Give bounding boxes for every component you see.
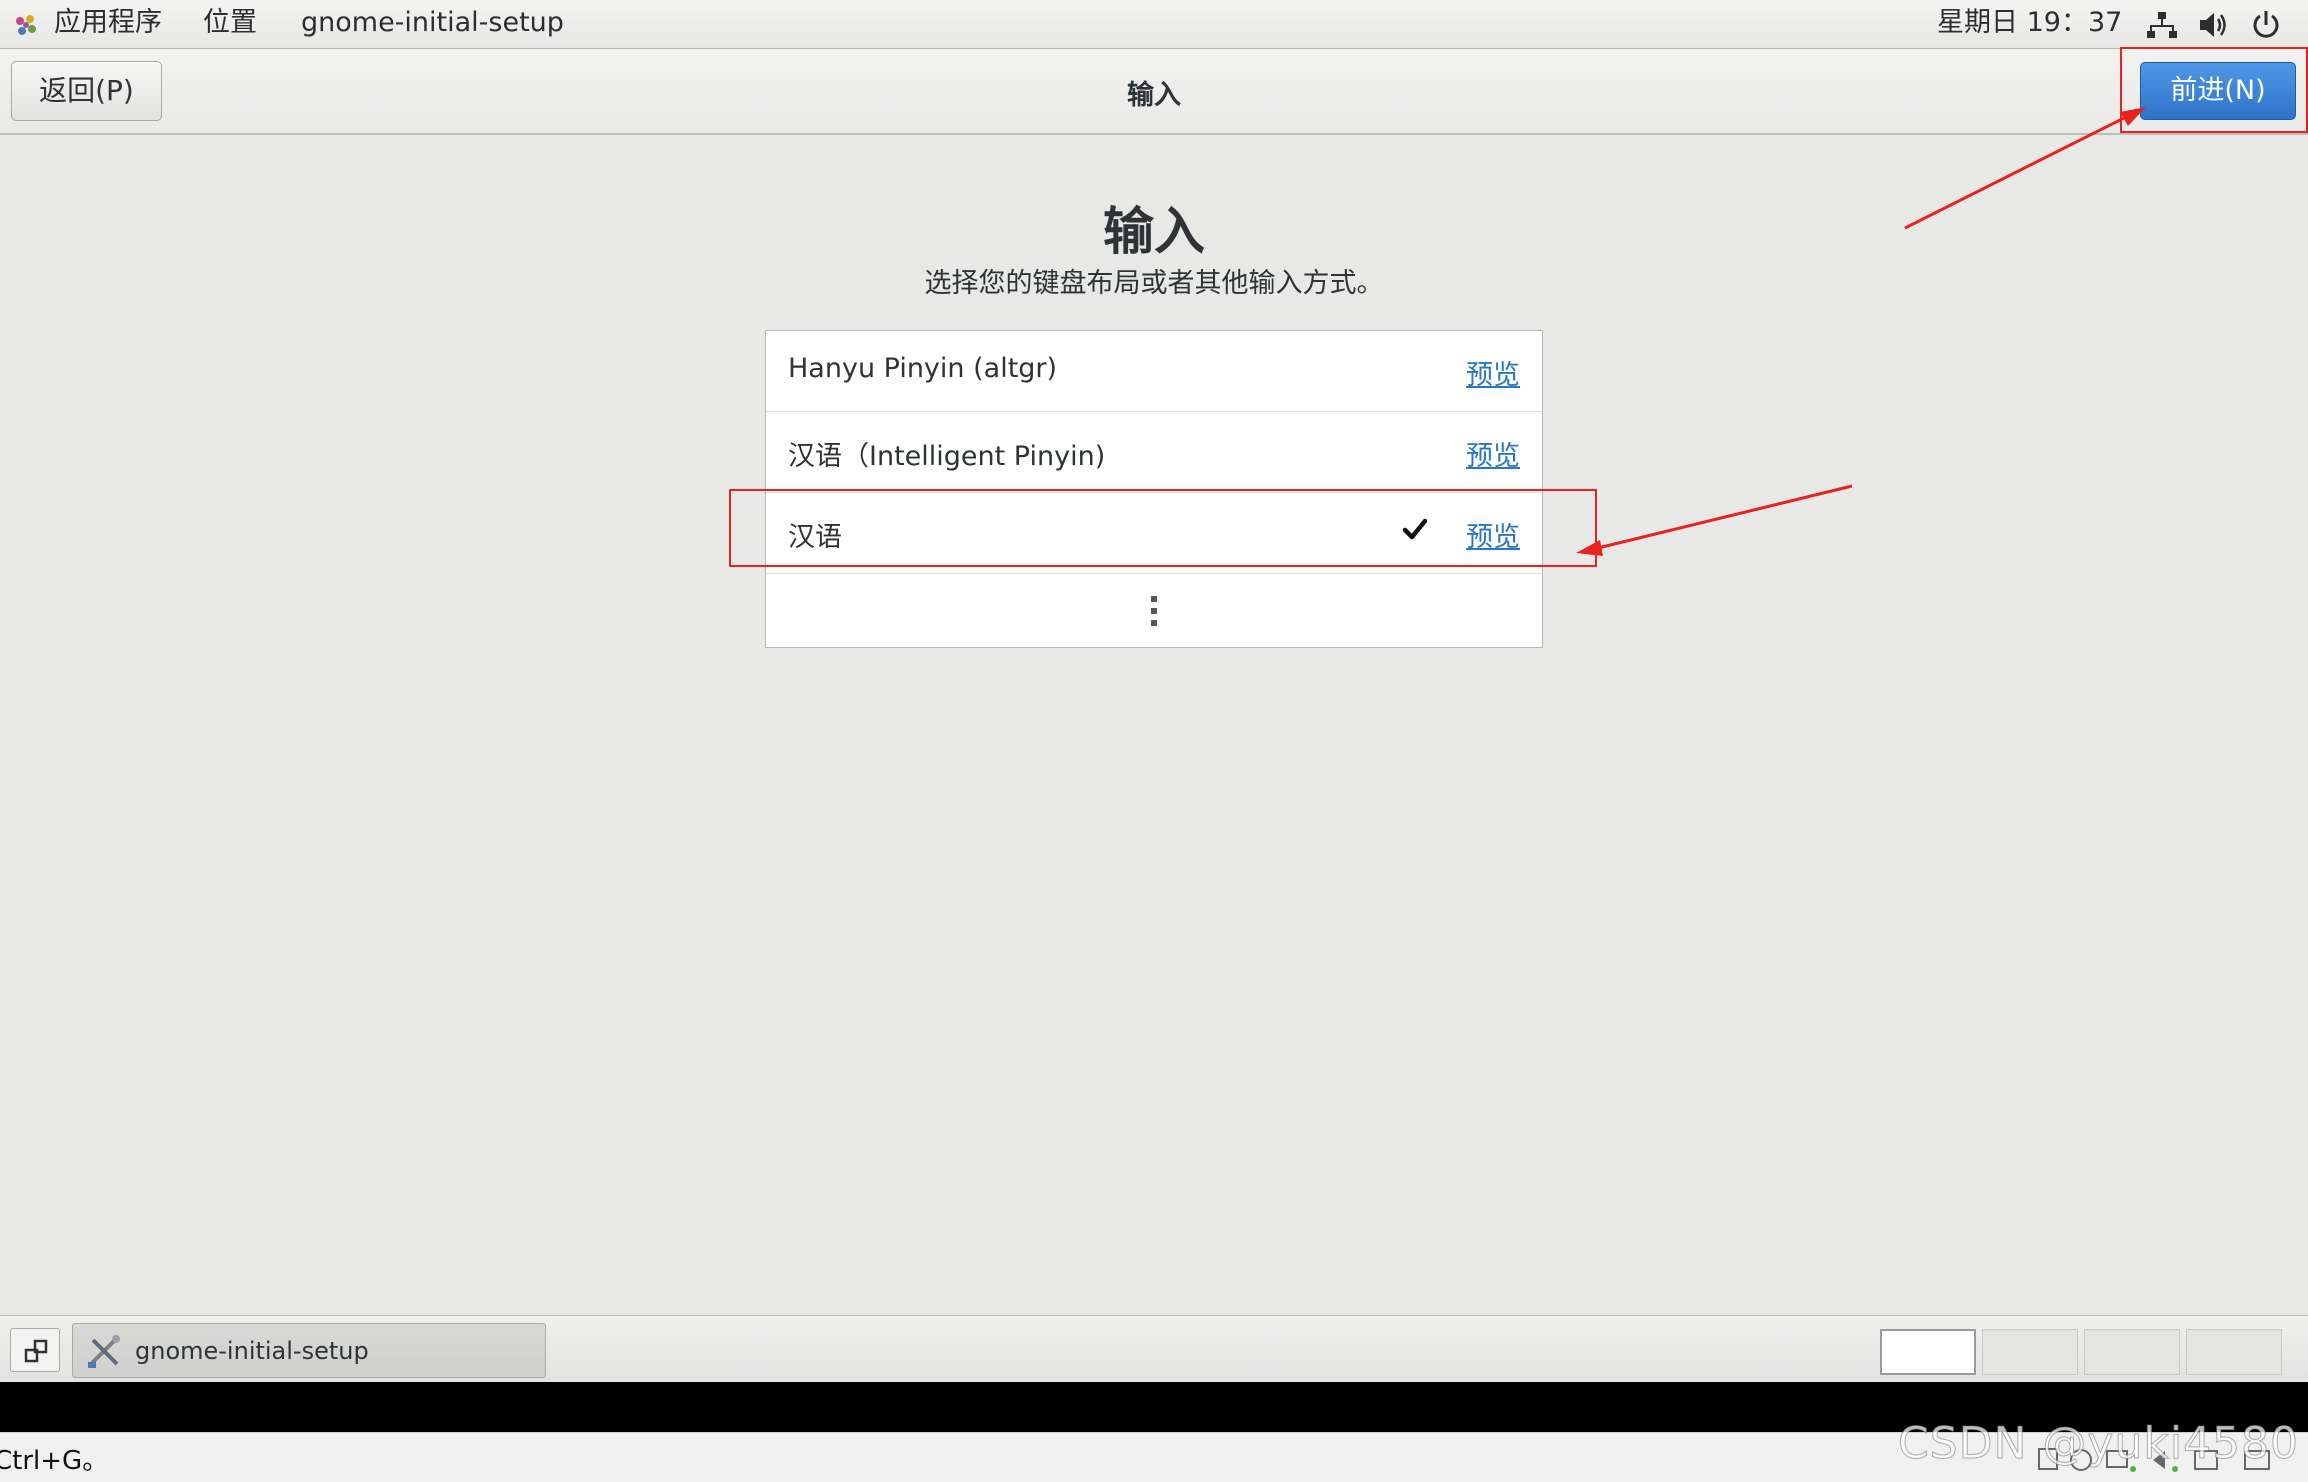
network-icon[interactable] (2145, 8, 2179, 42)
header-bar: 返回(P) 输入 前进(N) (0, 49, 2308, 135)
applications-menu[interactable]: 应用程序 (54, 6, 162, 40)
tools-icon (88, 1335, 120, 1368)
clock[interactable]: 星期日 19：37 (1937, 6, 2122, 40)
input-source-label: 汉语（Intelligent Pinyin) (788, 441, 1106, 472)
top-panel: 应用程序 位置 gnome-initial-setup 星期日 19：37 (0, 0, 2308, 49)
app-menu[interactable]: gnome-initial-setup (301, 6, 564, 40)
preview-link[interactable]: 预览 (1466, 434, 1520, 473)
workspace-2[interactable] (1982, 1329, 2078, 1375)
places-menu[interactable]: 位置 (203, 6, 257, 40)
annotation-box-selected-source (729, 489, 1597, 567)
workspace-3[interactable] (2084, 1329, 2180, 1375)
host-status-text: Ctrl+G。 (0, 1446, 109, 1476)
restore-window-icon (24, 1339, 48, 1363)
input-source-label: Hanyu Pinyin (altgr) (788, 353, 1058, 384)
main-content: 输入 选择您的键盘布局或者其他输入方式。 Hanyu Pinyin (altgr… (0, 135, 2308, 1315)
input-source-row-hanyu-pinyin[interactable]: Hanyu Pinyin (altgr) 预览 (766, 331, 1542, 412)
more-vertical-icon (1151, 596, 1157, 626)
watermark: CSDN @yuki4580 (1897, 1418, 2300, 1470)
preview-link[interactable]: 预览 (1466, 353, 1520, 392)
more-sources-row[interactable] (766, 574, 1542, 647)
annotation-box-next (2120, 47, 2308, 133)
input-source-row-intelligent-pinyin[interactable]: 汉语（Intelligent Pinyin) 预览 (766, 412, 1542, 493)
power-icon[interactable] (2249, 8, 2283, 42)
workspace-4[interactable] (2186, 1329, 2282, 1375)
volume-icon[interactable] (2197, 8, 2231, 42)
show-desktop-button[interactable] (10, 1328, 60, 1372)
header-title: 输入 (1127, 80, 1181, 111)
gnome-foot-icon[interactable] (12, 12, 40, 38)
taskbar: gnome-initial-setup (0, 1315, 2308, 1382)
page-title: 输入 (1102, 203, 1205, 262)
taskbar-item-label: gnome-initial-setup (135, 1337, 369, 1365)
taskbar-item-gnome-initial-setup[interactable]: gnome-initial-setup (72, 1323, 546, 1378)
page-subtitle: 选择您的键盘布局或者其他输入方式。 (924, 268, 1384, 299)
workspace-1[interactable] (1880, 1329, 1976, 1375)
